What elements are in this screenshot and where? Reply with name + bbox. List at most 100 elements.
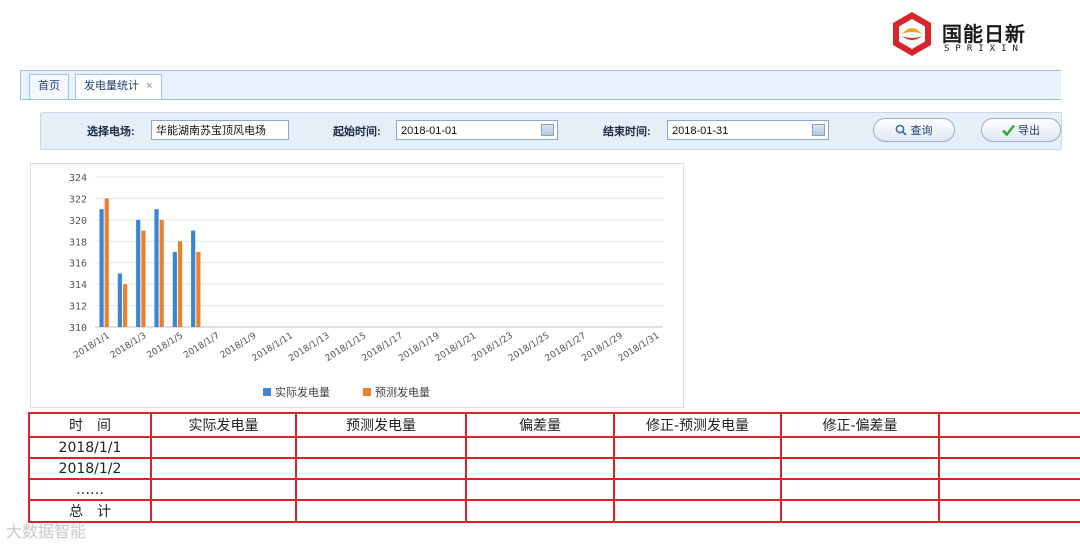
legend-label: 实际发电量: [275, 385, 330, 399]
table-cell: [295, 436, 467, 459]
export-button[interactable]: 导出: [981, 118, 1061, 142]
export-button-label: 导出: [1018, 125, 1041, 137]
table-row[interactable]: 2018/1/2: [28, 457, 1080, 480]
table-cell: [295, 478, 467, 501]
table-cell: [938, 478, 1080, 501]
y-tick-label: 314: [69, 280, 87, 291]
brand-name-cn: 国能日新: [942, 22, 1026, 46]
y-tick-label: 324: [69, 173, 87, 184]
query-button[interactable]: 查询: [873, 118, 955, 142]
end-time-label: 结束时间:: [603, 126, 651, 138]
table-cell: [780, 457, 940, 480]
y-tick-label: 322: [69, 194, 87, 205]
start-date-field[interactable]: 2018-01-01: [396, 120, 558, 140]
y-tick-label: 310: [69, 323, 87, 334]
bar: [99, 209, 104, 327]
bar: [122, 284, 128, 327]
station-select[interactable]: 华能湖南苏宝顶风电场: [151, 120, 289, 140]
x-tick-label: 2018/1/31: [617, 331, 661, 364]
bar: [191, 230, 196, 327]
legend-swatch: [263, 388, 271, 396]
brand-emblem-icon: [893, 12, 931, 56]
bar: [177, 241, 183, 327]
table-cell: 2018/1/1: [28, 436, 152, 459]
station-label: 选择电场:: [87, 126, 135, 138]
calendar-icon[interactable]: [541, 124, 554, 136]
table-cell: [150, 499, 297, 523]
bar: [104, 198, 109, 327]
x-tick-label: 2018/1/1: [72, 331, 112, 361]
check-icon: [1002, 124, 1015, 137]
table-cell: [613, 457, 782, 480]
table-cell: [150, 457, 297, 480]
table-cell: ……: [28, 478, 152, 501]
tab-generation-stats-label: 发电量统计: [84, 80, 139, 92]
table-cell: [465, 478, 615, 501]
table-row[interactable]: ……: [28, 478, 1080, 501]
generation-bar-chart: 3103123143163183203223242018/1/12018/1/3…: [69, 173, 663, 399]
brand-name-en: SPRIXIN: [944, 44, 1024, 54]
table-cell: [780, 499, 940, 523]
y-tick-label: 312: [69, 302, 87, 313]
column-header[interactable]: 实际发电量: [150, 412, 297, 438]
start-time-label: 起始时间:: [333, 126, 381, 138]
close-icon[interactable]: ×: [146, 80, 152, 92]
bar: [141, 230, 146, 327]
table-cell: [613, 436, 782, 459]
table-cell: [465, 436, 615, 459]
tab-generation-stats[interactable]: 发电量统计 ×: [75, 74, 162, 99]
column-header[interactable]: 预测发电量: [295, 412, 467, 438]
generation-table: 时 间 实际发电量 预测发电量 偏差量 修正-预测发电量 修正-偏差量 2018…: [28, 412, 1080, 523]
tab-bar: 首页 发电量统计 ×: [20, 70, 1061, 100]
search-icon: [896, 124, 908, 136]
start-date-value: 2018-01-01: [401, 125, 458, 137]
bar: [159, 219, 164, 327]
data-table-container: 时 间 实际发电量 预测发电量 偏差量 修正-预测发电量 修正-偏差量 2018…: [28, 412, 1080, 532]
bar: [117, 273, 122, 327]
bar: [172, 252, 177, 327]
watermark: 大数据智能: [6, 522, 87, 541]
query-button-label: 查询: [910, 125, 933, 137]
table-cell: [150, 436, 297, 459]
table-cell: [780, 478, 940, 501]
table-total-row[interactable]: 总 计: [28, 499, 1080, 523]
y-tick-label: 316: [69, 259, 87, 270]
x-tick-label: 2018/1/3: [109, 331, 149, 361]
calendar-icon[interactable]: [812, 124, 825, 136]
table-cell: [295, 499, 467, 523]
bar: [136, 219, 141, 327]
table-header-row: 时 间 实际发电量 预测发电量 偏差量 修正-预测发电量 修正-偏差量: [28, 412, 1080, 438]
table-cell: [780, 436, 940, 459]
table-row[interactable]: 2018/1/1: [28, 436, 1080, 459]
bar: [196, 252, 201, 327]
end-date-field[interactable]: 2018-01-31: [667, 120, 829, 140]
x-tick-label: 2018/1/5: [145, 331, 185, 361]
table-cell: 2018/1/2: [28, 457, 152, 480]
table-cell: [150, 478, 297, 501]
table-cell: [295, 457, 467, 480]
y-tick-label: 320: [69, 216, 87, 227]
table-cell: [938, 499, 1080, 523]
tab-home-label: 首页: [38, 80, 60, 92]
brand-logo: 国能日新 SPRIXIN: [888, 10, 1038, 60]
table-cell: [613, 478, 782, 501]
table-cell: [465, 457, 615, 480]
chart-panel: 310 312 314 316 318 320 322 324 2018/1/1 2018/1/3…: [30, 163, 684, 408]
legend-swatch: [363, 388, 371, 396]
column-header[interactable]: [938, 412, 1080, 438]
column-header[interactable]: 时 间: [28, 412, 152, 438]
y-tick-label: 318: [69, 237, 87, 248]
table-cell: [938, 436, 1080, 459]
column-header[interactable]: 偏差量: [465, 412, 615, 438]
table-cell: [613, 499, 782, 523]
end-date-value: 2018-01-31: [672, 125, 729, 137]
bar: [154, 209, 159, 327]
x-tick-label: 2018/1/7: [182, 331, 222, 361]
legend-label: 预测发电量: [375, 385, 430, 399]
table-cell: [938, 457, 1080, 480]
filter-toolbar: 选择电场: 华能湖南苏宝顶风电场 起始时间: 2018-01-01 结束时间: …: [40, 112, 1062, 150]
column-header[interactable]: 修正-预测发电量: [613, 412, 782, 438]
tab-home[interactable]: 首页: [29, 74, 69, 99]
table-cell: [465, 499, 615, 523]
column-header[interactable]: 修正-偏差量: [780, 412, 940, 438]
